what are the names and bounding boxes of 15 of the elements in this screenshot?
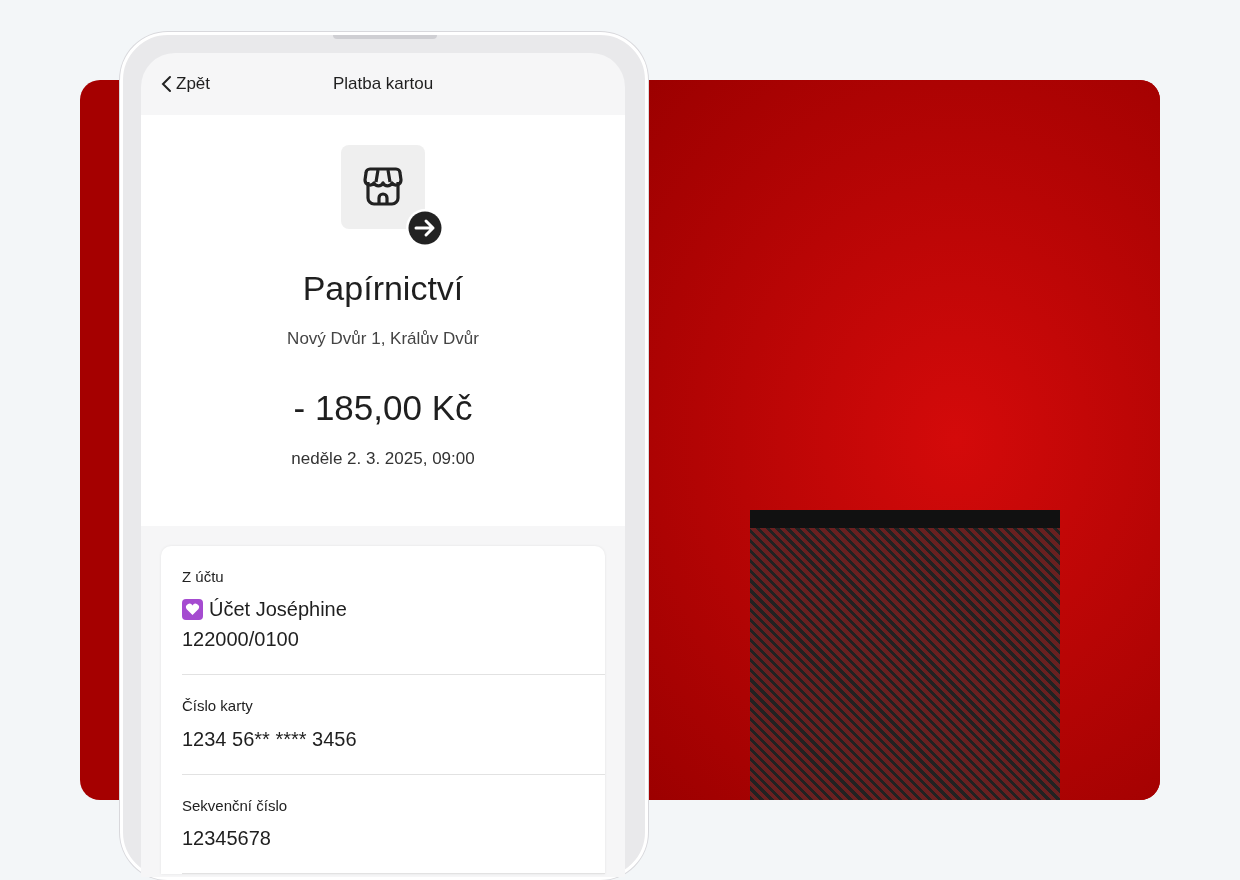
detail-label: Z účtu: [182, 566, 225, 587]
back-button[interactable]: Zpět: [161, 71, 211, 97]
detail-value: 12345678: [182, 826, 271, 851]
chevron-left-icon: [161, 75, 172, 93]
payment-amount: - 185,00 Kč: [293, 386, 473, 429]
merchant-name: Papírnictví: [302, 268, 464, 309]
detail-label: Číslo karty: [182, 696, 254, 716]
arrow-right-icon: [406, 209, 444, 247]
payment-date: neděle 2. 3. 2025, 09:00: [291, 448, 475, 470]
detail-value: 1234 56** **** 3456: [182, 726, 357, 752]
detail-label: Sekvenční číslo: [182, 795, 289, 816]
screen-title: Platba kartou: [332, 73, 434, 96]
detail-value: 122000/0100: [182, 627, 299, 652]
merchant-address: Nový Dvůr 1, Králův Dvůr: [287, 328, 479, 350]
detail-value: Účet Joséphine: [209, 597, 347, 622]
